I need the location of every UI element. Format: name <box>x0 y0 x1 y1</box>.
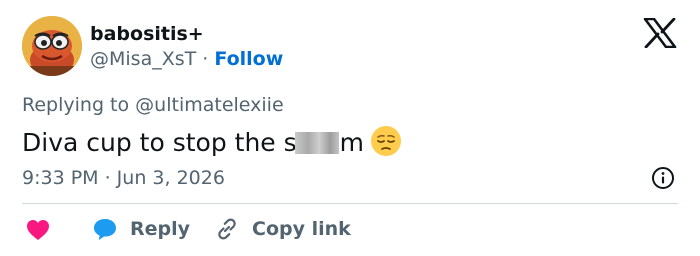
tweet-text-start: Diva cup to stop the s <box>22 128 297 157</box>
link-icon <box>218 218 236 240</box>
copy-link-button[interactable]: Copy link <box>214 214 351 244</box>
avatar[interactable] <box>22 16 82 76</box>
separator-dot: · <box>202 48 209 70</box>
author-subline: @Misa_XsT · Follow <box>90 47 283 71</box>
divider <box>22 203 678 204</box>
author-handle[interactable]: @Misa_XsT <box>90 48 196 70</box>
tweet-text: Diva cup to stop the s m <box>22 125 402 158</box>
copy-link-label: Copy link <box>252 218 351 240</box>
action-bar: Reply Copy link <box>0 214 700 244</box>
replying-to-label: Replying to <box>22 94 130 116</box>
pensive-face-emoji-icon <box>371 126 402 156</box>
heart-icon[interactable] <box>26 219 50 241</box>
reply-label: Reply <box>130 218 191 240</box>
info-icon[interactable] <box>651 166 675 190</box>
tweet-card: babositis+ @Misa_XsT · Follow Replying t… <box>0 0 700 256</box>
replying-to-handle[interactable]: @ultimatelexiie <box>135 94 283 116</box>
author-display-name[interactable]: babositis+ <box>90 22 204 46</box>
reply-context: Replying to @ultimatelexiie <box>22 93 284 117</box>
x-logo-icon[interactable] <box>643 18 677 48</box>
reply-bubble-icon <box>94 219 116 240</box>
tweet-timestamp[interactable]: 9:33 PM · Jun 3, 2026 <box>22 166 225 190</box>
reply-button[interactable]: Reply <box>92 214 190 244</box>
redaction-blur <box>294 132 339 154</box>
cartoon-character-icon <box>22 16 82 76</box>
tweet-text-end: m <box>339 128 365 157</box>
follow-button[interactable]: Follow <box>214 48 283 70</box>
